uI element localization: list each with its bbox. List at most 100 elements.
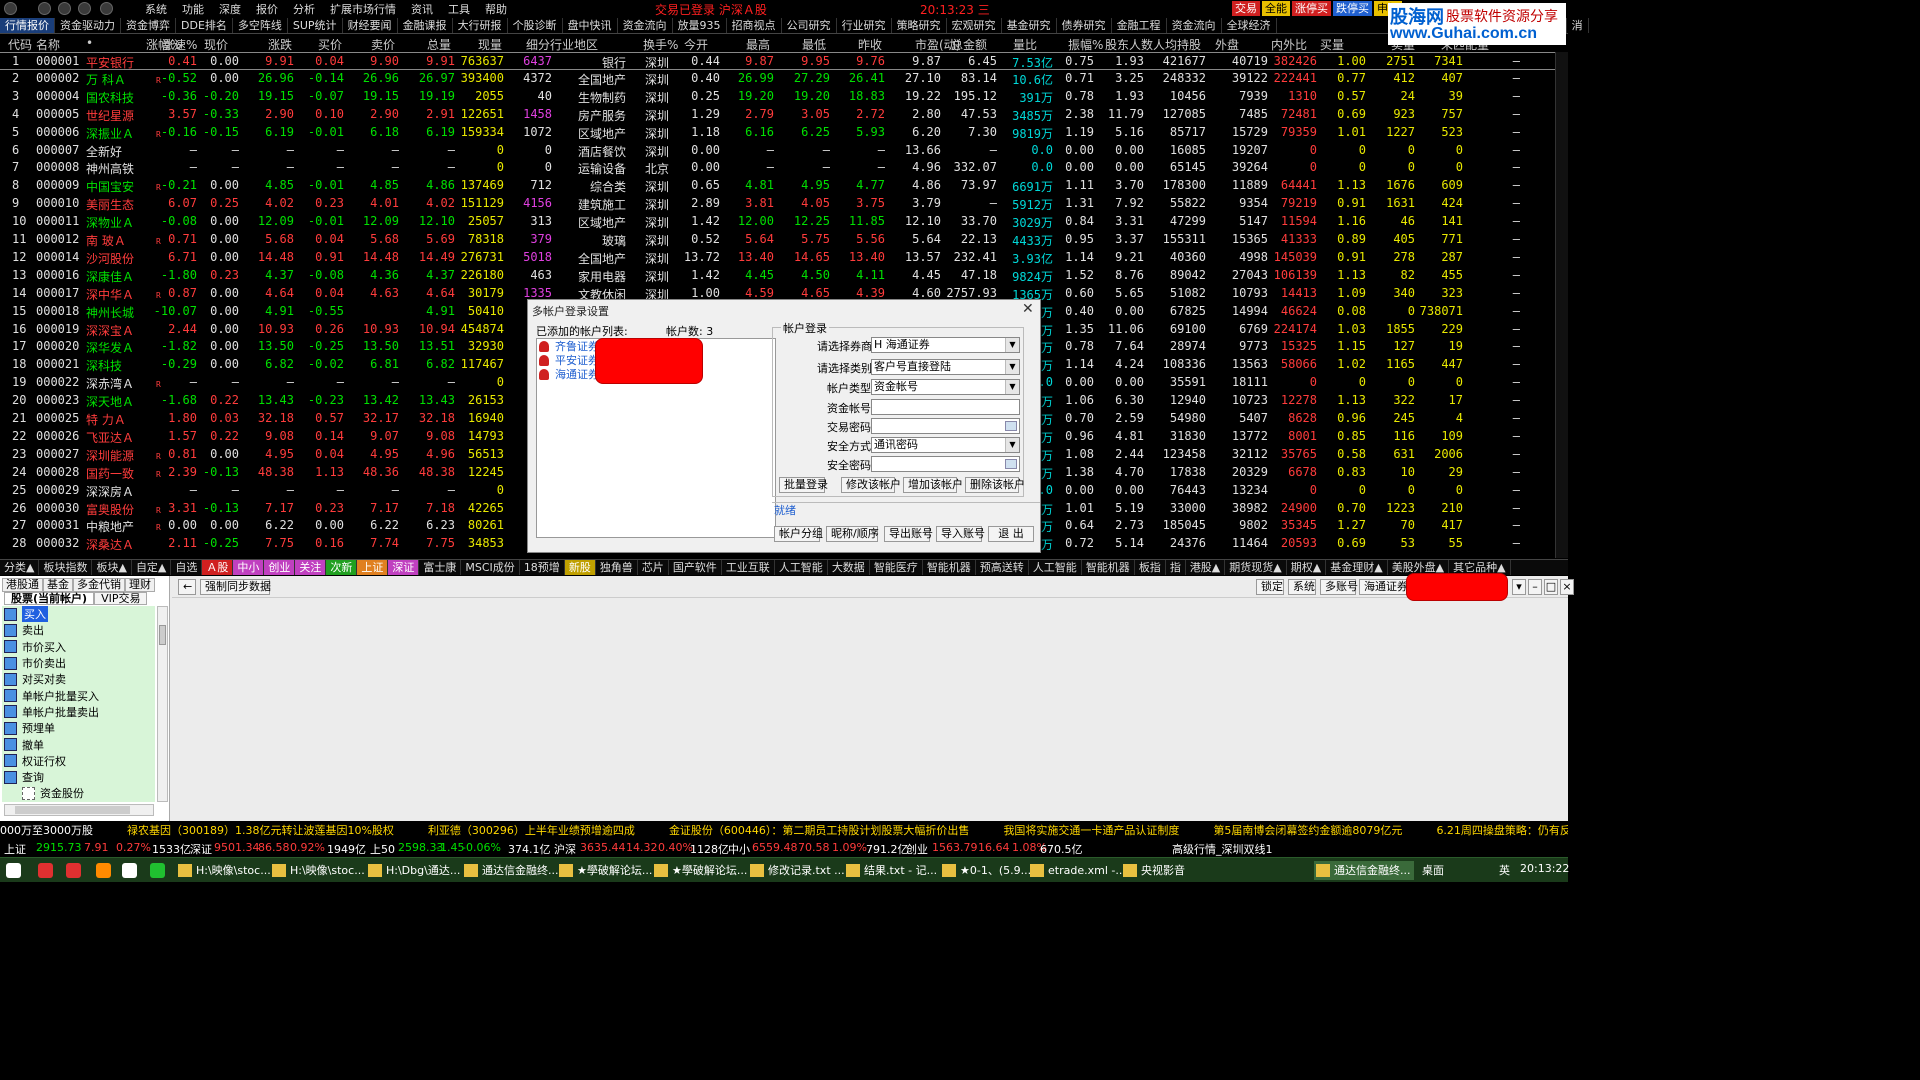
- column-header[interactable]: 涨速%: [162, 36, 197, 53]
- panel-minimize-icon[interactable]: –: [1528, 579, 1542, 595]
- trade-category-tab[interactable]: 多金代销: [73, 578, 125, 592]
- table-row[interactable]: 6 000007 全新好 – – – – – –0 0 酒店餐饮 深圳 0.00– – –13.66–0.0…: [0, 142, 1555, 160]
- taskbar-item[interactable]: 央视影音: [1121, 861, 1185, 880]
- sector-tab[interactable]: 港股▲: [1186, 560, 1226, 575]
- column-header[interactable]: 人均持股: [1153, 36, 1201, 53]
- dialog-close-icon[interactable]: ✕: [1022, 301, 1034, 317]
- sector-tab[interactable]: 人工智能: [775, 560, 828, 575]
- table-row[interactable]: 4 000005 世纪星源 3.57 -0.33 2.90 0.10 2.90 2.91 1226…: [0, 106, 1555, 124]
- edit-account-button[interactable]: 修改该帐户: [841, 477, 901, 493]
- sector-tab[interactable]: 创业: [264, 560, 296, 575]
- system-button[interactable]: 系统: [1288, 579, 1316, 595]
- sector-tab[interactable]: 深证: [388, 560, 420, 575]
- keyboard-icon[interactable]: [1005, 459, 1017, 469]
- sector-tab[interactable]: 板块▲: [92, 560, 132, 575]
- trade-function-item[interactable]: 权证行权: [2, 753, 155, 769]
- column-header[interactable]: 现量: [478, 36, 502, 53]
- sector-tab[interactable]: Ａ股: [202, 560, 234, 575]
- account-group-button[interactable]: 帐户分组: [774, 526, 823, 542]
- column-header[interactable]: 卖价: [371, 36, 395, 53]
- news-item[interactable]: 000万至3000万股: [0, 822, 93, 839]
- window-restore-icon[interactable]: [78, 2, 91, 15]
- trade-function-item[interactable]: 市价买入: [2, 639, 155, 655]
- news-item[interactable]: 利亚德（300296）上半年业绩预增逾四成: [428, 822, 635, 839]
- top-tab[interactable]: 债券研究: [1057, 18, 1112, 33]
- top-tab[interactable]: 行情报价: [0, 18, 55, 33]
- trade-category-tab[interactable]: 基金: [43, 578, 73, 592]
- taskbar-item[interactable]: H:\映像\stoc...: [270, 861, 365, 880]
- taskbar-item[interactable]: ★學破解论坛...: [557, 861, 652, 880]
- tray-language[interactable]: 英: [1499, 862, 1510, 878]
- news-item[interactable]: 6.21周四操盘策略：仍有反复 以时间换空间: [1436, 822, 1568, 839]
- table-row[interactable]: 2 000002 万 科Ａ R -0.52 0.00 26.96 -0.14 26.96 26.9…: [0, 70, 1555, 88]
- force-sync-button[interactable]: 强制同步数据: [200, 579, 271, 595]
- sector-tab[interactable]: 自定▲: [132, 560, 172, 575]
- trade-function-item[interactable]: 单帐户批量卖出: [2, 704, 155, 720]
- column-header[interactable]: 涨跌: [268, 36, 292, 53]
- top-tab[interactable]: 财经要闻: [343, 18, 398, 33]
- column-header[interactable]: 外盘: [1215, 36, 1239, 53]
- sector-tab[interactable]: 人工智能: [1029, 560, 1082, 575]
- sector-tab[interactable]: 富士康: [419, 560, 462, 575]
- exit-button[interactable]: 退 出: [988, 526, 1034, 542]
- add-account-button[interactable]: 增加该帐户: [903, 477, 963, 493]
- keyboard-icon[interactable]: [1005, 421, 1017, 431]
- multi-account-button[interactable]: 多账号: [1320, 579, 1358, 595]
- column-header[interactable]: 最高: [746, 36, 770, 53]
- trade-account-tab[interactable]: 股票(当前帐户): [4, 592, 95, 605]
- trade-function-item[interactable]: 买入: [2, 606, 155, 623]
- sector-tab[interactable]: 板指: [1135, 560, 1166, 575]
- top-tab[interactable]: 公司研究: [782, 18, 837, 33]
- window-menu-icon[interactable]: [38, 2, 51, 15]
- sector-tab[interactable]: 智能机器: [923, 560, 976, 575]
- menu-item[interactable]: 帮助: [485, 1, 507, 17]
- panel-restore-icon[interactable]: □: [1544, 579, 1558, 595]
- top-tab[interactable]: 多空阵线: [233, 18, 288, 33]
- sector-tab[interactable]: 自选: [171, 560, 203, 575]
- sector-tab[interactable]: 期货现货▲: [1225, 560, 1287, 575]
- top-tab[interactable]: 基金研究: [1002, 18, 1057, 33]
- top-tab[interactable]: 策略研究: [892, 18, 947, 33]
- table-row[interactable]: 7 000008 神州高铁 – – – – – –0 0 运输设备 北京 0.00– – –4.96 332.…: [0, 159, 1555, 177]
- top-tab[interactable]: [1277, 18, 1337, 33]
- sector-tab[interactable]: 指: [1166, 560, 1186, 575]
- account-dropdown-icon[interactable]: ▾: [1512, 579, 1526, 595]
- column-header[interactable]: •: [86, 36, 93, 50]
- quick-trade-button[interactable]: 跌停买: [1333, 1, 1372, 16]
- broker-select[interactable]: H 海通证券 ▼: [871, 337, 1020, 353]
- table-row[interactable]: 5 000006 深振业Ａ R -0.16 -0.15 6.19 -0.01 6.18 6.19 1…: [0, 124, 1555, 142]
- column-header[interactable]: 名称: [36, 36, 60, 53]
- top-tab[interactable]: 行业研究: [837, 18, 892, 33]
- top-tab[interactable]: 宏观研究: [947, 18, 1002, 33]
- quick-trade-button[interactable]: 涨停买: [1292, 1, 1331, 16]
- top-tab[interactable]: 全球经济: [1222, 18, 1277, 33]
- news-item[interactable]: 金证股份（600446）：第二期员工持股计划股票大幅折价出售: [669, 822, 970, 839]
- top-tab[interactable]: 消: [1567, 18, 1589, 33]
- sector-tab[interactable]: 次新: [326, 560, 358, 575]
- taskbar-item[interactable]: H:\映像\stoc...: [176, 861, 271, 880]
- app-icon[interactable]: [4, 2, 17, 15]
- trade-function-item[interactable]: 撤单: [2, 736, 155, 752]
- category-select[interactable]: 客户号直接登陆 ▼: [871, 359, 1020, 375]
- panel-close-icon[interactable]: ×: [1560, 579, 1574, 595]
- table-row[interactable]: 9 000010 美丽生态 6.07 0.25 4.02 0.23 4.01 4.02 15112…: [0, 195, 1555, 213]
- menu-item[interactable]: 资讯: [411, 1, 433, 17]
- taskbar-item[interactable]: 通达信金融终...: [462, 861, 559, 880]
- top-tab[interactable]: 盘中快讯: [563, 18, 618, 33]
- column-header[interactable]: 振幅%: [1068, 36, 1103, 53]
- top-tab[interactable]: 个股诊断: [508, 18, 563, 33]
- column-header[interactable]: 内外比: [1271, 36, 1307, 53]
- sector-tab[interactable]: MSCI成份: [461, 560, 520, 575]
- trade-function-item[interactable]: 卖出: [2, 622, 155, 638]
- export-accounts-button[interactable]: 导出账号: [884, 526, 933, 542]
- browser-icon[interactable]: [96, 863, 111, 878]
- delete-account-button[interactable]: 删除该帐户: [965, 477, 1025, 493]
- top-tab[interactable]: 资金博弈: [121, 18, 176, 33]
- column-header[interactable]: 买量: [1320, 36, 1344, 53]
- column-header[interactable]: 量比: [1013, 36, 1037, 53]
- news-item[interactable]: 第5届南博会闭幕签约金额逾8079亿元: [1213, 822, 1402, 839]
- top-tab[interactable]: 资金驱动力: [55, 18, 121, 33]
- top-tab[interactable]: 金融工程: [1112, 18, 1167, 33]
- sector-tab[interactable]: 分类▲: [0, 560, 40, 575]
- column-header[interactable]: 总金额: [951, 36, 987, 53]
